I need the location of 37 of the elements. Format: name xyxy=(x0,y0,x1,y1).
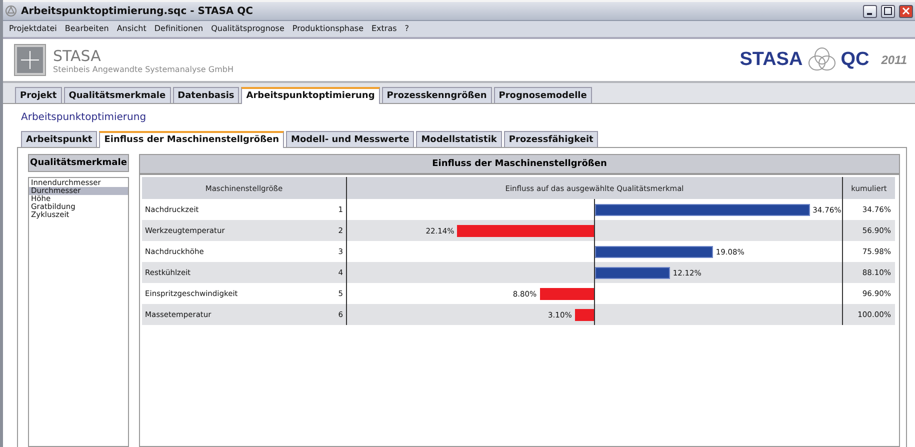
panel-header: Einfluss der Maschinenstellgrößen xyxy=(140,155,899,175)
window-title: Arbeitspunktoptimierung.sqc - STASA QC xyxy=(21,6,254,16)
minimize-button[interactable] xyxy=(863,4,877,18)
main-tab[interactable]: Prognosemodelle xyxy=(494,87,592,103)
menu-item[interactable]: Bearbeiten xyxy=(64,22,109,36)
main-tab[interactable]: Qualitätsmerkmale xyxy=(64,87,171,103)
menu-item[interactable]: Definitionen xyxy=(154,22,204,36)
sub-tab[interactable]: Modell- und Messwerte xyxy=(286,131,414,147)
sub-tab[interactable]: Arbeitspunkt xyxy=(21,131,98,147)
app-icon xyxy=(5,5,17,17)
menu-item[interactable]: Extras xyxy=(372,22,397,36)
main-tab[interactable]: Datenbasis xyxy=(172,87,240,103)
product-name: STASA xyxy=(740,49,803,71)
maximize-button[interactable] xyxy=(881,4,895,18)
menu-item[interactable]: Produktionsphase xyxy=(292,22,364,36)
sub-tab[interactable]: Modellstatistik xyxy=(416,131,502,147)
menu-item[interactable]: Ansicht xyxy=(116,22,146,36)
main-tab[interactable]: Prozesskenngrößen xyxy=(382,87,492,103)
close-button[interactable] xyxy=(899,4,913,18)
negative-bar xyxy=(574,308,594,320)
negative-bar xyxy=(540,288,594,300)
maximize-icon xyxy=(884,7,892,15)
sub-tab[interactable]: Einfluss der Maschinenstellgrößen xyxy=(99,131,284,148)
menu-item[interactable]: Projektdatei xyxy=(9,22,57,36)
main-tab[interactable]: Projekt xyxy=(15,87,62,103)
menu-item[interactable]: Qualitätsprognose xyxy=(211,22,284,36)
sub-tab[interactable]: Prozessfähigkeit xyxy=(504,131,598,147)
menu-item[interactable]: ? xyxy=(404,22,410,36)
main-tab[interactable]: Arbeitspunktoptimierung xyxy=(241,87,380,104)
close-icon xyxy=(902,7,910,15)
page-title: Arbeitspunktoptimierung xyxy=(20,111,148,125)
company-name: STASA xyxy=(53,46,102,64)
company-full-name: Steinbeis Angewandte Systemanalyse GmbH xyxy=(53,64,234,74)
product-suffix: QC xyxy=(840,49,870,71)
panel-header: Qualitätsmerkmale xyxy=(28,154,129,172)
company-logo-icon xyxy=(15,45,45,75)
version-year: 2011 xyxy=(881,53,907,67)
